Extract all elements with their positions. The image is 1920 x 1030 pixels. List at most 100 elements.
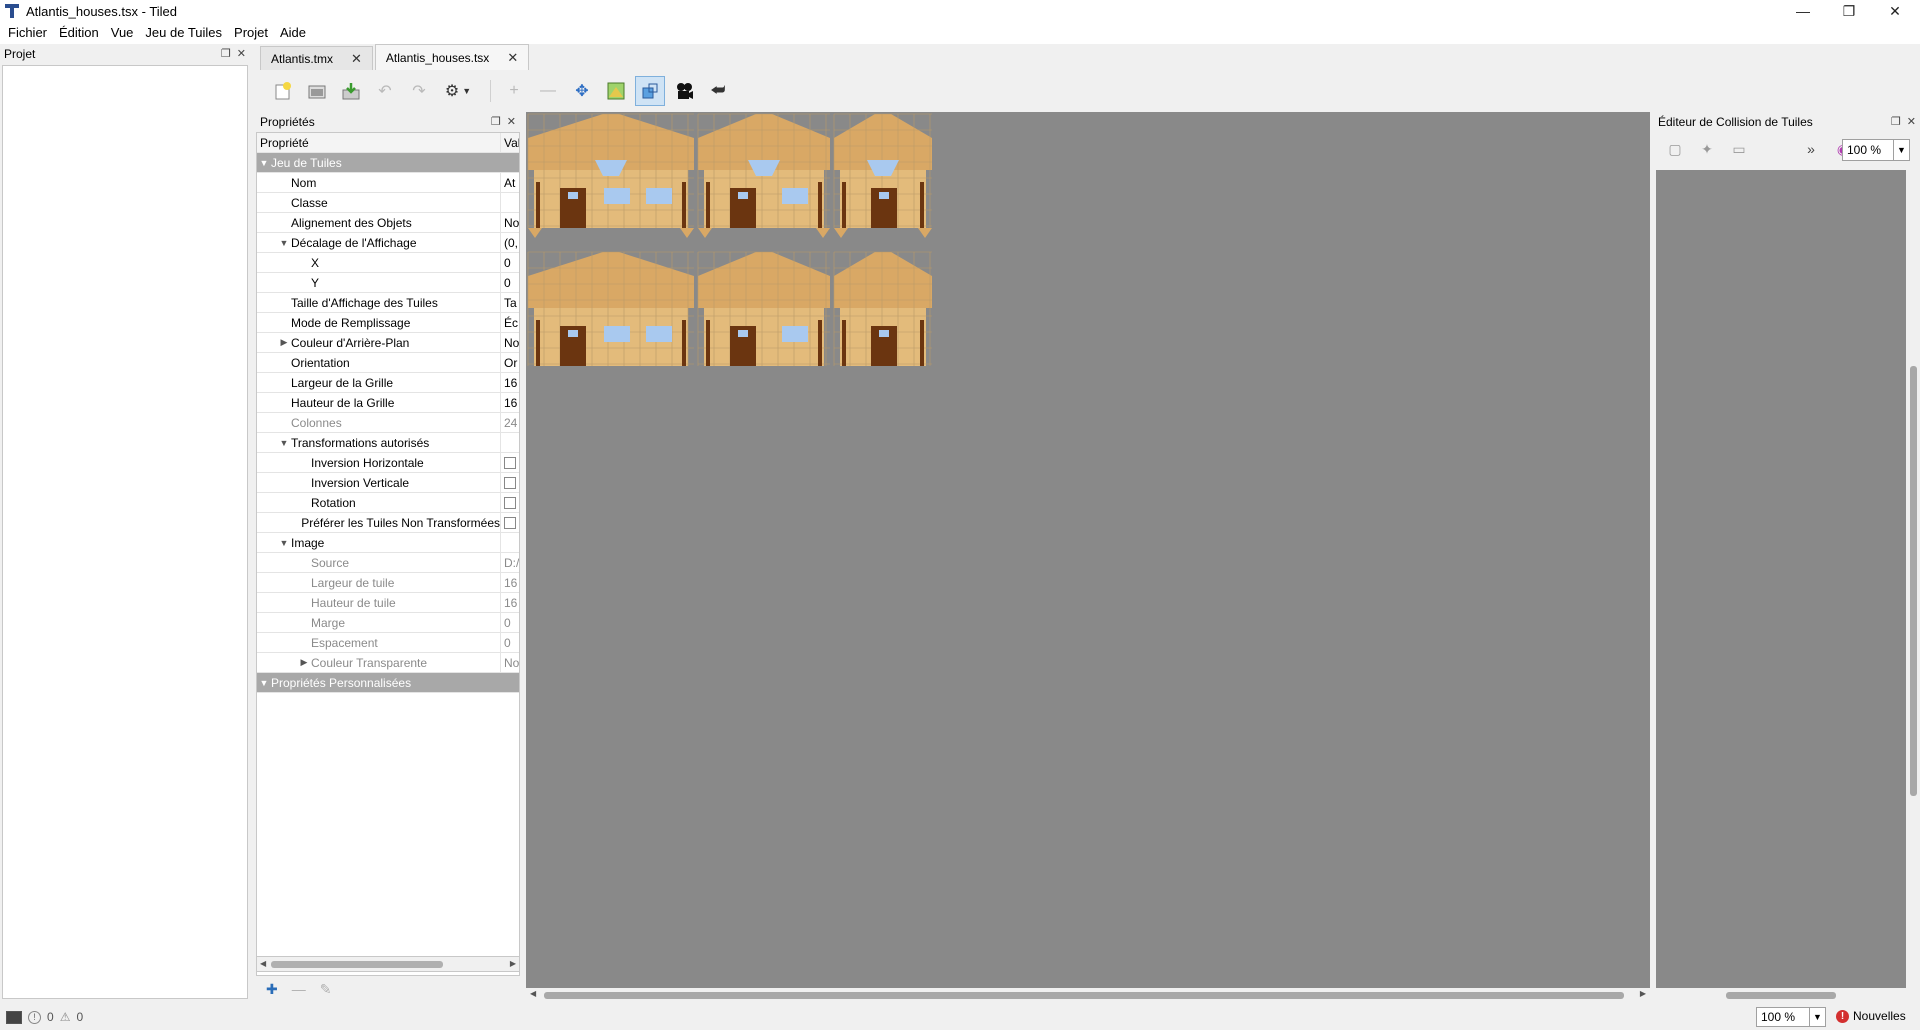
add-tile-icon[interactable]: + [499, 76, 529, 106]
warning-icon[interactable]: ⚠ [60, 1010, 71, 1024]
property-value[interactable] [501, 433, 519, 452]
property-row[interactable]: Y0 [257, 273, 519, 293]
collapsed-arrow-icon[interactable]: ▶ [297, 657, 311, 668]
terrain-icon[interactable] [601, 76, 631, 106]
expand-arrow-icon[interactable]: ▼ [257, 158, 271, 168]
animation-icon[interactable] [669, 76, 699, 106]
collision-canvas[interactable] [1656, 170, 1906, 988]
property-row[interactable]: Largeur de tuile 16 [257, 573, 519, 593]
close-dock-icon[interactable]: ✕ [507, 115, 516, 128]
minimize-button[interactable]: — [1780, 0, 1826, 22]
expand-arrow-icon[interactable]: ▼ [277, 238, 291, 248]
property-row[interactable]: Orientation Or [257, 353, 519, 373]
property-row[interactable]: Hauteur de la Grille 16 [257, 393, 519, 413]
house-tile[interactable] [697, 113, 830, 238]
property-value[interactable]: (0, [501, 233, 519, 252]
property-value[interactable]: No [501, 653, 519, 672]
property-row[interactable]: Colonnes 24 [257, 413, 519, 433]
float-dock-icon[interactable]: ❐ [221, 47, 231, 60]
property-row[interactable]: Alignement des Objets No [257, 213, 519, 233]
tileset-horizontal-scrollbar[interactable]: ◀ ▶ [526, 988, 1650, 1002]
property-row[interactable]: Mode de Remplissage Éc [257, 313, 519, 333]
property-value[interactable]: 16 [501, 393, 519, 412]
rename-property-icon[interactable]: ✎ [320, 981, 332, 998]
property-value[interactable] [501, 453, 519, 472]
restore-button[interactable]: ❐ [1826, 0, 1872, 22]
redo-icon[interactable]: ↷ [404, 76, 434, 106]
menu-aide[interactable]: Aide [274, 22, 312, 44]
close-tab-icon[interactable]: ✕ [507, 50, 518, 66]
properties-horizontal-scrollbar[interactable]: ◀ ▶ [256, 956, 520, 972]
console-icon[interactable] [6, 1010, 22, 1024]
property-row[interactable]: ▼ Décalage de l'Affichage (0, [257, 233, 519, 253]
close-dock-icon[interactable]: ✕ [237, 47, 246, 60]
select-objects-icon[interactable]: ▢ [1664, 138, 1686, 160]
property-value[interactable]: No [501, 213, 519, 232]
property-row[interactable]: X0 [257, 253, 519, 273]
remove-property-icon[interactable]: — [292, 981, 306, 997]
tab-atlantis-houses-tsx[interactable]: Atlantis_houses.tsx ✕ [374, 44, 530, 70]
property-value[interactable] [501, 493, 519, 512]
house-tile[interactable] [833, 113, 932, 238]
property-value[interactable] [501, 533, 519, 552]
property-row[interactable]: Préférer les Tuiles Non Transformées [257, 513, 519, 533]
edit-polygons-icon[interactable]: ✦ [1696, 138, 1718, 160]
property-row[interactable]: Marge 0 [257, 613, 519, 633]
property-value[interactable]: 16 [501, 593, 519, 612]
property-value[interactable] [501, 193, 519, 212]
collapsed-arrow-icon[interactable]: ▶ [277, 337, 291, 348]
menu-jeu-de-tuiles[interactable]: Jeu de Tuiles [139, 22, 228, 44]
property-value[interactable]: No [501, 333, 519, 352]
property-value[interactable]: At [501, 173, 519, 192]
property-row[interactable]: ▶ Couleur d'Arrière-Plan No [257, 333, 519, 353]
menu-fichier[interactable]: Fichier [2, 22, 53, 44]
property-group-row[interactable]: ▼ Jeu de Tuiles [257, 153, 519, 173]
house-tile[interactable] [527, 113, 694, 238]
collision-shape-icon[interactable] [635, 76, 665, 106]
property-value[interactable]: 24 [501, 413, 519, 432]
insert-rectangle-icon[interactable]: ▭ [1728, 138, 1750, 160]
close-window-button[interactable]: ✕ [1872, 0, 1918, 22]
checkbox[interactable] [504, 476, 516, 489]
tileset-view[interactable] [526, 112, 1650, 988]
news-button[interactable]: ! Nouvelles [1836, 1009, 1906, 1023]
property-value[interactable]: 0 [501, 633, 519, 652]
move-icon[interactable]: ✥ [567, 76, 597, 106]
property-row[interactable]: Inversion Verticale [257, 473, 519, 493]
reload-icon[interactable]: ⮨ [703, 76, 733, 106]
scrollbar-thumb[interactable] [1726, 992, 1836, 999]
property-value[interactable]: 16 [501, 573, 519, 592]
expand-arrow-icon[interactable]: ▼ [277, 538, 291, 548]
property-value[interactable]: 0 [501, 613, 519, 632]
expand-arrow-icon[interactable]: ▼ [257, 678, 271, 688]
menu-projet[interactable]: Projet [228, 22, 274, 44]
property-row[interactable]: Classe [257, 193, 519, 213]
scrollbar-thumb[interactable] [544, 992, 1624, 999]
menu-edition[interactable]: Édition [53, 22, 105, 44]
undo-icon[interactable]: ↶ [370, 76, 400, 106]
property-row[interactable]: Espacement 0 [257, 633, 519, 653]
property-value[interactable]: Or [501, 353, 519, 372]
property-value[interactable]: 16 [501, 373, 519, 392]
float-dock-icon[interactable]: ❐ [1891, 115, 1901, 128]
checkbox[interactable] [504, 456, 516, 469]
property-value[interactable]: Ta [501, 293, 519, 312]
error-icon[interactable]: ! [28, 1010, 41, 1024]
property-value[interactable]: 0 [501, 273, 519, 292]
expand-arrow-icon[interactable]: ▼ [277, 438, 291, 448]
property-group-row[interactable]: ▼ Propriétés Personnalisées [257, 673, 519, 693]
property-row[interactable]: Taille d'Affichage des Tuiles Ta [257, 293, 519, 313]
property-row[interactable]: Hauteur de tuile 16 [257, 593, 519, 613]
scrollbar-thumb[interactable] [271, 961, 443, 968]
remove-tile-icon[interactable]: — [533, 76, 563, 106]
property-value[interactable] [501, 473, 519, 492]
float-dock-icon[interactable]: ❐ [491, 115, 501, 128]
property-value[interactable]: D:/ [501, 553, 519, 572]
collision-vertical-scrollbar[interactable] [1906, 170, 1920, 988]
house-tile[interactable] [833, 251, 932, 366]
add-property-icon[interactable]: ✚ [266, 981, 278, 998]
checkbox[interactable] [504, 496, 516, 509]
property-row[interactable]: Rotation [257, 493, 519, 513]
chevron-down-icon[interactable]: ▼ [1893, 140, 1909, 160]
collision-horizontal-scrollbar[interactable] [1656, 988, 1920, 1002]
